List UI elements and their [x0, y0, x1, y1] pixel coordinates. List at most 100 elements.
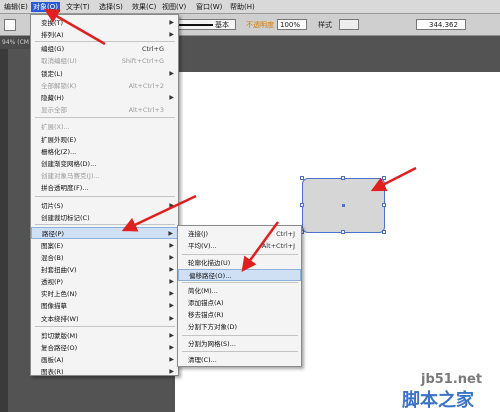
handle-middle-right[interactable]: [382, 203, 386, 207]
menu-item-label: 排列(A): [41, 31, 64, 39]
menu-item-label: 切片(S): [41, 202, 64, 210]
object-menu-item[interactable]: 图像描摹 ▶: [31, 300, 178, 312]
stroke-profile-dropdown[interactable]: 基本: [174, 19, 236, 30]
menu-item-label: 取消编组(U): [41, 57, 77, 65]
width-field[interactable]: 344.362: [416, 19, 466, 30]
object-menu-item[interactable]: 混合(B) ▶: [31, 252, 178, 264]
menu-edit[interactable]: 编辑(E): [2, 2, 30, 12]
path-submenu-item[interactable]: 偏移路径(O)...: [178, 269, 301, 281]
submenu-arrow-icon: ▶: [169, 202, 174, 209]
menu-item-label: 剪切蒙版(M): [41, 332, 78, 340]
object-menu-item[interactable]: 画板(A) ▶: [31, 354, 178, 366]
submenu-arrow-icon: ▶: [169, 254, 174, 261]
menu-item-label: 全部解锁(K): [41, 82, 77, 90]
object-menu-item[interactable]: 扩展外观(E): [31, 134, 178, 146]
object-menu-item[interactable]: 创建对象马赛克(J)...: [31, 170, 178, 182]
opacity-field[interactable]: 100%: [277, 19, 307, 30]
path-submenu-item[interactable]: 分割为网格(S)...: [178, 338, 301, 350]
menu-separator: [182, 282, 298, 283]
object-menu-item[interactable]: 图表(R) ▶: [31, 366, 178, 378]
object-menu-item[interactable]: 文本绕排(W) ▶: [31, 313, 178, 325]
menu-effect[interactable]: 效果(C): [130, 2, 158, 12]
path-submenu-item[interactable]: 清理(C)...: [178, 354, 301, 366]
style-dropdown[interactable]: [339, 19, 359, 30]
object-menu-item[interactable]: 创建裁切标记(C): [31, 212, 178, 224]
style-label: 样式: [318, 21, 332, 29]
submenu-arrow-icon: ▶: [169, 278, 174, 285]
object-menu-item[interactable]: 剪切蒙版(M) ▶: [31, 330, 178, 342]
object-menu-item[interactable]: 透视(P) ▶: [31, 276, 178, 288]
menu-item-shortcut: Alt+Ctrl+2: [128, 82, 164, 90]
object-menu-item[interactable]: 排列(A) ▶: [31, 29, 178, 41]
path-submenu-item[interactable]: 简化(M)...: [178, 285, 301, 297]
object-menu-item[interactable]: 编组(G) Ctrl+G: [31, 43, 178, 55]
object-menu-item[interactable]: 全部解锁(K) Alt+Ctrl+2: [31, 80, 178, 92]
submenu-arrow-icon: ▶: [168, 230, 173, 237]
menu-object[interactable]: 对象(O): [31, 2, 60, 12]
path-submenu-item[interactable]: 分割下方对象(D): [178, 321, 301, 333]
path-submenu-item[interactable]: 轮廓化描边(U): [178, 257, 301, 269]
submenu-arrow-icon: ▶: [169, 315, 174, 322]
path-submenu-item[interactable]: 平均(V)... Alt+Ctrl+J: [178, 240, 301, 252]
object-menu-item[interactable]: 路径(P) ▶: [31, 227, 178, 239]
menu-item-shortcut: Alt+Ctrl+J: [261, 242, 295, 250]
handle-bottom-center[interactable]: [341, 230, 345, 234]
menu-separator: [35, 117, 175, 118]
object-menu-item[interactable]: 复合路径(O) ▶: [31, 342, 178, 354]
menu-item-label: 轮廓化描边(U): [188, 259, 231, 267]
opacity-label[interactable]: 不透明度: [246, 21, 274, 29]
menu-window[interactable]: 窗口(W): [194, 2, 224, 12]
object-menu-item[interactable]: 实时上色(N) ▶: [31, 288, 178, 300]
object-menu-item[interactable]: 封套扭曲(V) ▶: [31, 264, 178, 276]
menu-item-label: 变换(T): [41, 19, 64, 27]
object-menu-item[interactable]: 扩展(X)...: [31, 121, 178, 133]
submenu-arrow-icon: ▶: [169, 31, 174, 38]
submenu-arrow-icon: ▶: [169, 19, 174, 26]
object-menu-item[interactable]: 变换(T) ▶: [31, 17, 178, 29]
menu-separator: [35, 224, 175, 225]
menu-item-label: 平均(V)...: [188, 242, 217, 250]
handle-bottom-right[interactable]: [382, 230, 386, 234]
menu-item-label: 拼合透明度(F)...: [41, 184, 89, 192]
menu-select[interactable]: 选择(S): [97, 2, 125, 12]
object-menu-item[interactable]: 图案(E) ▶: [31, 240, 178, 252]
menu-type[interactable]: 文字(T): [64, 2, 92, 12]
opacity-value: 100%: [280, 21, 301, 29]
menu-help[interactable]: 帮助(H): [228, 2, 257, 12]
menu-view[interactable]: 视图(V): [160, 2, 188, 12]
object-menu-item[interactable]: 拼合透明度(F)...: [31, 182, 178, 194]
handle-middle-left[interactable]: [300, 203, 304, 207]
menu-item-label: 路径(P): [42, 230, 64, 238]
menu-item-label: 简化(M)...: [188, 287, 218, 295]
menu-item-label: 复合路径(O): [41, 344, 78, 352]
object-menu-item[interactable]: 隐藏(H) ▶: [31, 92, 178, 104]
menu-item-label: 分割为网格(S)...: [188, 340, 236, 348]
path-submenu-item[interactable]: 添加锚点(A): [178, 297, 301, 309]
menu-separator: [35, 196, 175, 197]
menu-item-label: 隐藏(H): [41, 94, 64, 102]
object-menu-item[interactable]: 取消编组(U) Shift+Ctrl+G: [31, 55, 178, 67]
object-menu-item[interactable]: 锁定(L) ▶: [31, 68, 178, 80]
menu-item-label: 创建对象马赛克(J)...: [41, 172, 100, 180]
menu-item-label: 显示全部: [41, 106, 67, 114]
menu-item-label: 创建裁切标记(C): [41, 214, 90, 222]
menu-separator: [182, 254, 298, 255]
object-menu-item[interactable]: 显示全部 Alt+Ctrl+3: [31, 104, 178, 116]
menu-item-label: 图案(E): [41, 242, 64, 250]
path-submenu-item[interactable]: 连接(J) Ctrl+J: [178, 228, 301, 240]
object-menu-item[interactable]: 栅格化(Z)...: [31, 146, 178, 158]
fill-swatch[interactable]: [4, 19, 16, 31]
object-menu-item[interactable]: 创建渐变网格(D)...: [31, 158, 178, 170]
handle-top-left[interactable]: [300, 176, 304, 180]
stroke-style-label: 基本: [215, 21, 229, 29]
watermark-brand: 脚本之家: [402, 390, 474, 411]
handle-top-right[interactable]: [382, 176, 386, 180]
object-menu-item[interactable]: 切片(S) ▶: [31, 200, 178, 212]
menu-item-label: 添加锚点(A): [188, 299, 224, 307]
menu-item-shortcut: Alt+Ctrl+3: [128, 106, 164, 114]
menu-item-label: 画板(A): [41, 356, 64, 364]
handle-top-center[interactable]: [341, 176, 345, 180]
path-submenu-item[interactable]: 移去锚点(R): [178, 309, 301, 321]
menu-item-shortcut: Ctrl+G: [141, 45, 164, 53]
menu-item-label: 栅格化(Z)...: [41, 148, 77, 156]
